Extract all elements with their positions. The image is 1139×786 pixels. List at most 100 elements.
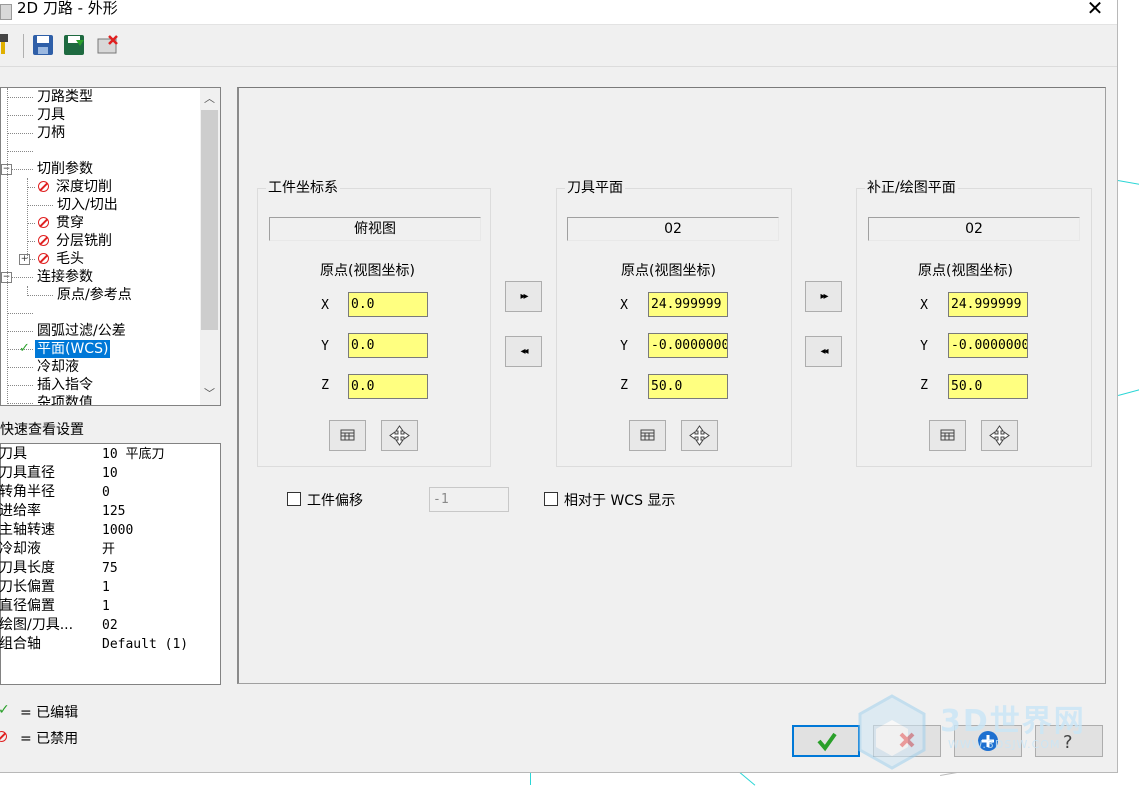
tree-item[interactable]	[1, 142, 199, 160]
tree-item-label: 插入指令	[37, 377, 93, 393]
quick-view-value: 75	[102, 561, 118, 576]
disabled-icon	[38, 253, 49, 264]
work-offset-checkbox[interactable]	[287, 492, 301, 506]
tree-connector	[27, 187, 35, 188]
comp-origin-label: 原点(视图坐标)	[918, 263, 1013, 279]
tree-connector	[7, 331, 33, 332]
quick-view-row: 冷却液 开	[0, 540, 219, 559]
tool-y-field[interactable]: -0.0000000	[648, 333, 728, 358]
relative-wcs-checkbox[interactable]	[544, 492, 558, 506]
cancel-button[interactable]	[873, 725, 941, 757]
tree-connector	[7, 367, 33, 368]
cancel-x-icon	[899, 732, 915, 748]
comp-z-field[interactable]: 50.0	[948, 374, 1028, 399]
quick-view-value: 1000	[102, 523, 134, 538]
move-icon	[989, 425, 1010, 446]
copy-left-button-2[interactable]: ◂◂	[805, 336, 842, 367]
ok-button[interactable]	[792, 725, 860, 757]
tree-item-label: 连接参数	[37, 269, 93, 285]
toolbar-separator	[23, 34, 24, 58]
tree-item-label: 平面(WCS)	[35, 340, 111, 358]
tree-item[interactable]: 刀路类型	[1, 88, 199, 106]
tree-item[interactable]: 刀具	[1, 106, 199, 124]
tree-item[interactable]: 分层铣削	[1, 232, 199, 250]
tool-z-label: Z	[620, 378, 628, 393]
comp-move-button[interactable]	[981, 420, 1018, 451]
tree-item[interactable]: 刀柄	[1, 124, 199, 142]
tool-z-field[interactable]: 50.0	[648, 374, 728, 399]
close-button[interactable]: ✕	[1080, 0, 1110, 20]
wcs-table-button[interactable]	[329, 420, 366, 451]
check-icon: ✓	[0, 702, 10, 718]
comp-x-label: X	[920, 298, 928, 313]
scroll-thumb[interactable]	[201, 110, 218, 330]
tool-table-button[interactable]	[629, 420, 666, 451]
tree-item[interactable]: 切入/切出	[1, 196, 199, 214]
param-tree: 刀路类型 刀具 刀柄 − 切削参数 深度切削 切入/切出 贯穿 分层铣削 + 毛头 − 连接参数 原点/参…	[0, 87, 221, 406]
save-icon[interactable]	[31, 32, 57, 58]
scroll-up-icon[interactable]: ︿	[201, 90, 218, 107]
comp-y-field[interactable]: -0.0000000	[948, 333, 1028, 358]
check-mark-icon	[817, 732, 837, 752]
expand-icon[interactable]: +	[19, 254, 30, 265]
table-icon	[340, 429, 355, 441]
tool-x-field[interactable]: 24.999999	[648, 292, 728, 317]
app-icon	[0, 4, 12, 20]
quick-view-row: 刀具直径 10	[0, 464, 219, 483]
tool-y-label: Y	[620, 339, 628, 354]
tree-item[interactable]: 贯穿	[1, 214, 199, 232]
tree-connector	[7, 88, 8, 405]
tree-item-label: 分层铣削	[56, 233, 112, 249]
tree-item-label: 杂项数值	[37, 395, 93, 406]
quick-view-key: 进给率	[0, 503, 41, 519]
table-icon	[940, 429, 955, 441]
copy-left-button[interactable]: ◂◂	[505, 336, 542, 367]
tree-item[interactable]: 原点/参考点	[1, 286, 199, 304]
copy-right-button-2[interactable]: ▸▸	[805, 281, 842, 312]
tree-item[interactable]	[1, 304, 199, 322]
quick-view-value: 0	[102, 485, 110, 500]
legend-disabled: = 已禁用	[20, 731, 79, 747]
tree-item[interactable]: 杂项数值	[1, 394, 199, 406]
background-line	[1117, 180, 1139, 187]
wcs-z-field[interactable]: 0.0	[348, 374, 428, 399]
tool-move-button[interactable]	[681, 420, 718, 451]
quick-view-value: 125	[102, 504, 126, 519]
work-offset-field[interactable]: -1	[429, 487, 509, 512]
quick-view-row: 刀具 10 平底刀	[0, 445, 219, 464]
scroll-down-icon[interactable]: ﹀	[201, 385, 218, 402]
wcs-y-field[interactable]: 0.0	[348, 333, 428, 358]
table-icon	[640, 429, 655, 441]
save-as-icon[interactable]	[62, 32, 88, 58]
quick-view-key: 直径偏置	[0, 598, 55, 614]
tree-item[interactable]: + 毛头	[1, 250, 199, 268]
tree-connector	[7, 151, 33, 152]
comp-x-field[interactable]: 24.999999	[948, 292, 1028, 317]
tree-item-label: 毛头	[56, 251, 84, 267]
comp-y-label: Y	[920, 339, 928, 354]
tree-connector	[27, 295, 53, 296]
comp-table-button[interactable]	[929, 420, 966, 451]
quick-view-value: Default (1)	[102, 637, 189, 652]
tree-item[interactable]: − 连接参数	[1, 268, 199, 286]
comp-z-label: Z	[920, 378, 928, 393]
tool-icon[interactable]	[0, 32, 20, 58]
tool-plane-title: 刀具平面	[565, 179, 625, 197]
tree-item[interactable]: 插入指令	[1, 376, 199, 394]
quick-view-key: 冷却液	[0, 541, 41, 557]
tree-item[interactable]: 圆弧过滤/公差	[1, 322, 199, 340]
quick-view-value: 10 平底刀	[102, 447, 165, 462]
tree-item[interactable]: − 切削参数	[1, 160, 199, 178]
title-bar: 2D 刀路 - 外形 ✕	[0, 0, 1117, 25]
tree-item[interactable]: 冷却液	[1, 358, 199, 376]
copy-right-button[interactable]: ▸▸	[505, 281, 542, 312]
clear-icon[interactable]	[95, 32, 121, 58]
tree-item[interactable]: 深度切削	[1, 178, 199, 196]
tree-item[interactable]: ✓ 平面(WCS)	[1, 340, 199, 358]
disabled-icon	[38, 181, 49, 192]
wcs-move-button[interactable]	[381, 420, 418, 451]
quick-view-row: 组合轴 Default (1)	[0, 635, 219, 654]
tree-scrollbar[interactable]: ︿ ﹀	[200, 88, 220, 405]
tree-connector	[27, 241, 35, 242]
wcs-x-field[interactable]: 0.0	[348, 292, 428, 317]
